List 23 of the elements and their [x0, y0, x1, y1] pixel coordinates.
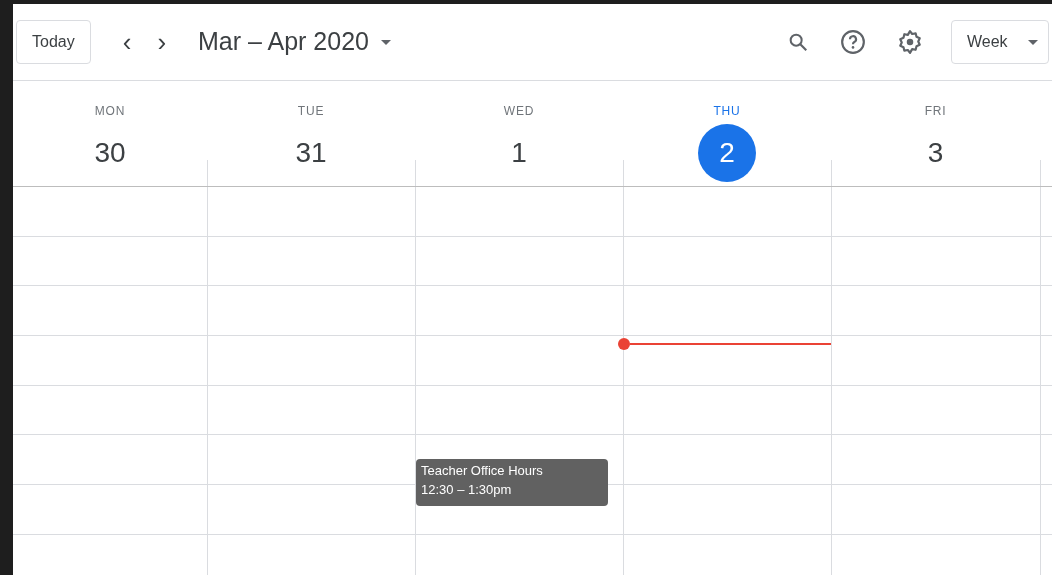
weekday-label: THU: [713, 103, 741, 120]
date-range-dropdown[interactable]: Mar – Apr 2020: [198, 23, 391, 61]
previous-button[interactable]: ‹: [118, 29, 136, 55]
view-dropdown[interactable]: Week: [951, 20, 1049, 64]
weekday-label: FRI: [924, 103, 947, 120]
weekday-label: MON: [94, 103, 126, 120]
date-number[interactable]: 3: [906, 124, 965, 182]
weekday-label: WED: [503, 103, 535, 120]
event-time: 12:30 – 1:30pm: [421, 481, 513, 499]
date-number[interactable]: 30: [81, 124, 139, 182]
event-title: Teacher Office Hours: [421, 462, 544, 480]
today-button[interactable]: Today: [16, 20, 91, 64]
search-icon[interactable]: [787, 31, 809, 53]
next-button[interactable]: ›: [153, 29, 171, 55]
settings-icon[interactable]: [897, 29, 923, 55]
weekday-label: TUE: [297, 103, 325, 120]
date-number[interactable]: 2: [698, 124, 756, 182]
date-number[interactable]: 31: [282, 124, 340, 182]
help-icon[interactable]: [840, 29, 866, 55]
date-number[interactable]: 1: [490, 124, 548, 182]
event-block[interactable]: Teacher Office Hours 12:30 – 1:30pm: [416, 459, 608, 506]
caret-icon: [381, 39, 391, 45]
caret-icon: [1028, 39, 1038, 45]
